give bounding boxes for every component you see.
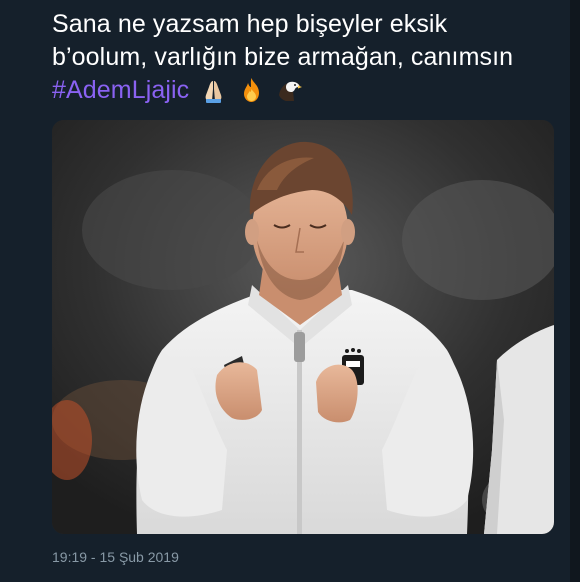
tweet-text: Sana ne yazsam hep bişeyler eksik b’oolu… (52, 8, 567, 107)
window-edge (570, 0, 580, 582)
tweet-line-3: #AdemLjajic (52, 74, 567, 107)
praying-hands-icon (205, 81, 222, 103)
photo-scene (52, 120, 554, 534)
tweet-timestamp[interactable]: 19:19 - 15 Şub 2019 (52, 548, 179, 566)
hashtag-link[interactable]: #AdemLjajic (52, 76, 189, 104)
tweet-line-1: Sana ne yazsam hep bişeyler eksik (52, 10, 448, 38)
tweet-line-2: b’oolum, varlığın bize armağan, canımsın (52, 43, 514, 71)
fire-icon (244, 78, 260, 102)
tweet-photo[interactable] (52, 120, 554, 534)
eagle-icon (279, 81, 303, 101)
